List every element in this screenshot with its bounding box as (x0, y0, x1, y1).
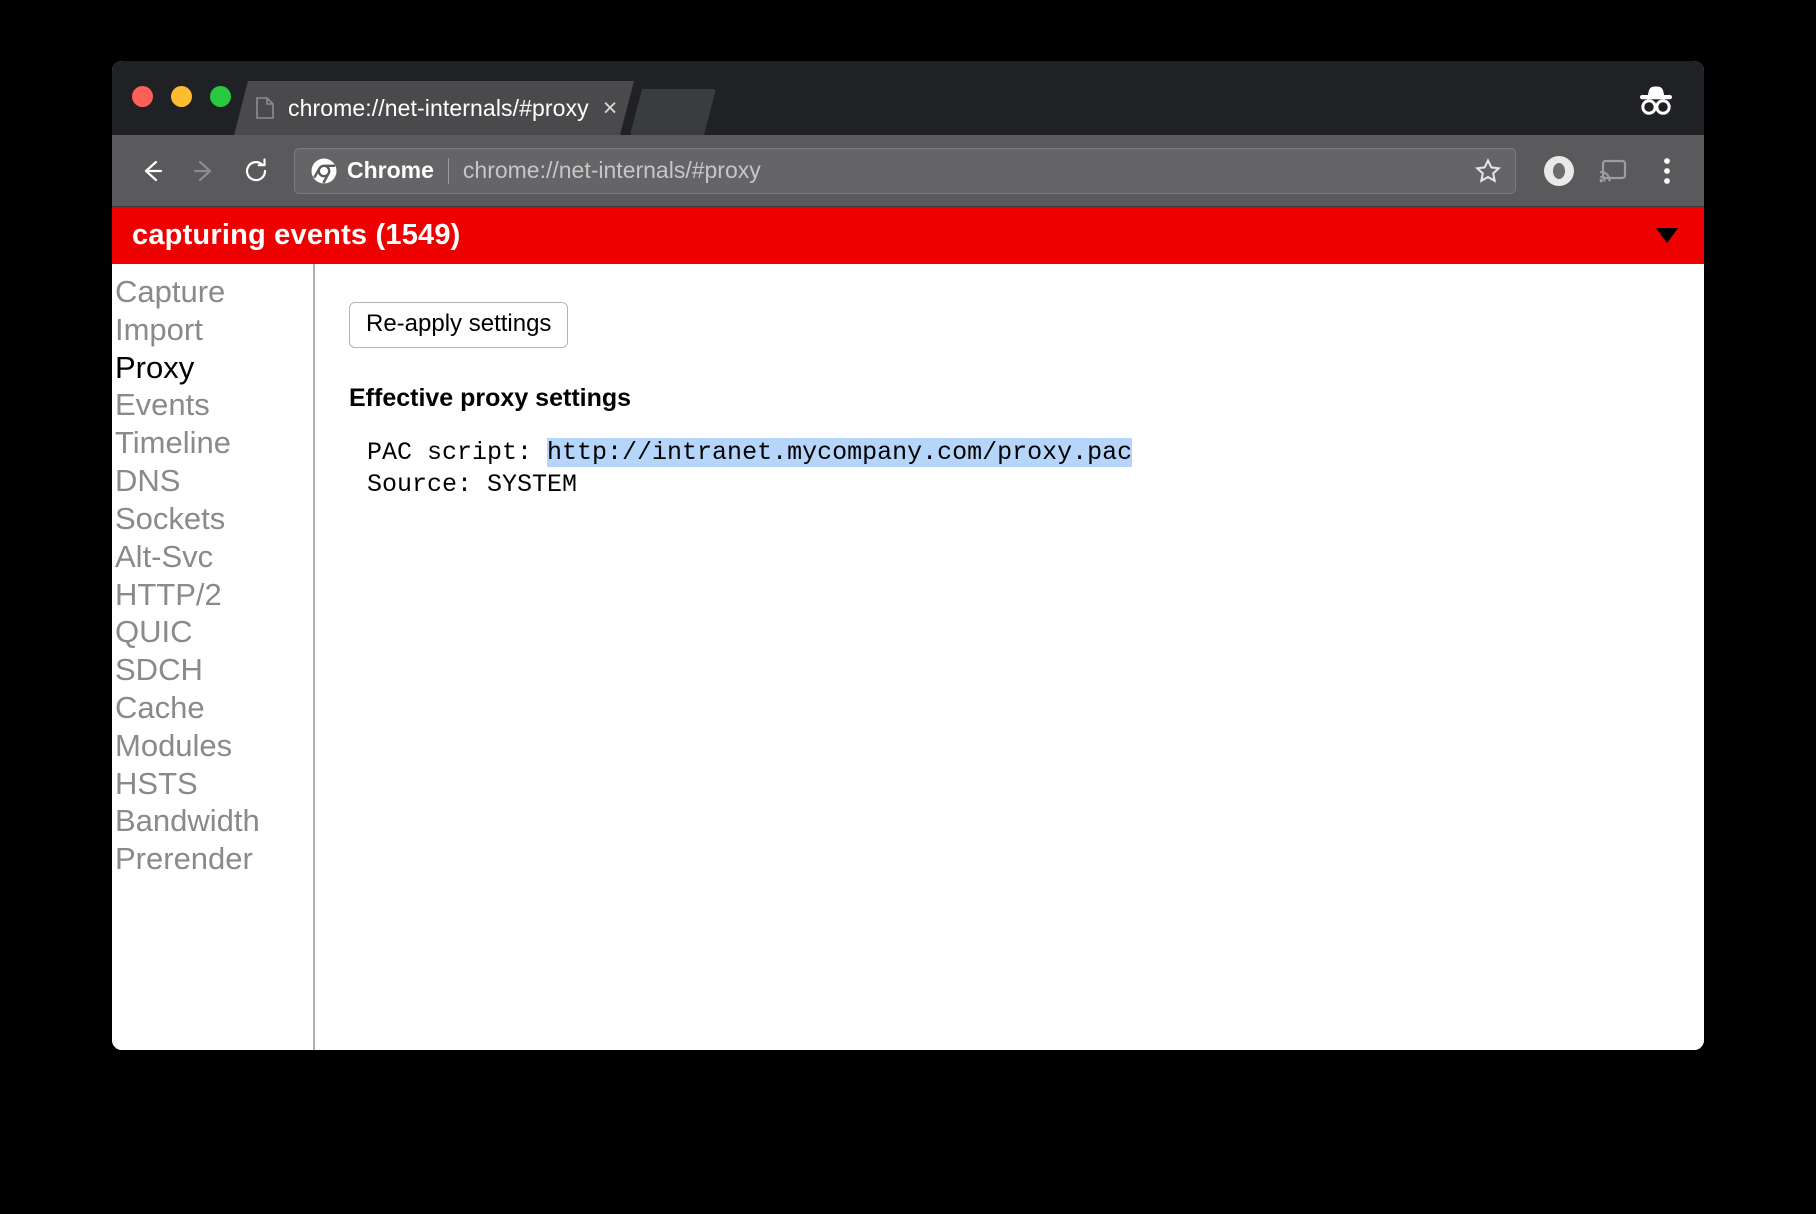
window-traffic-lights (132, 86, 231, 107)
omnibox-brand-label: Chrome (347, 157, 434, 183)
omnibox-url-text[interactable]: chrome://net-internals/#proxy (463, 157, 1473, 184)
back-arrow-icon[interactable] (126, 145, 178, 197)
proxy-source-line: Source: SYSTEM (367, 469, 578, 499)
three-dot-menu-icon[interactable] (1644, 148, 1690, 194)
sidebar-item-http2[interactable]: HTTP/2 (112, 576, 313, 614)
sidebar-item-modules[interactable]: Modules (112, 727, 313, 765)
sidebar-item-import[interactable]: Import (112, 311, 313, 349)
cast-icon[interactable] (1590, 148, 1636, 194)
sidebar-item-alt-svc[interactable]: Alt-Svc (112, 538, 313, 576)
close-window-button[interactable] (132, 86, 153, 107)
profile-avatar-icon[interactable] (1536, 148, 1582, 194)
sidebar-item-capture[interactable]: Capture (112, 273, 313, 311)
sidebar-item-timeline[interactable]: Timeline (112, 424, 313, 462)
sidebar-item-dns[interactable]: DNS (112, 462, 313, 500)
effective-proxy-settings-heading: Effective proxy settings (349, 384, 632, 413)
tab-title: chrome://net-internals/#proxy (288, 94, 589, 121)
sidebar-item-quic[interactable]: QUIC (112, 613, 313, 651)
capturing-events-label: capturing events (1549) (132, 219, 461, 251)
chrome-logo-icon (311, 158, 337, 184)
browser-tab-active[interactable]: chrome://net-internals/#proxy × (234, 81, 634, 135)
sidebar-item-prerender[interactable]: Prerender (112, 840, 313, 878)
capturing-events-bar[interactable]: capturing events (1549) (112, 206, 1704, 264)
browser-tab-inactive[interactable] (630, 89, 716, 135)
browser-toolbar: Chrome chrome://net-internals/#proxy (112, 135, 1704, 206)
minimize-window-button[interactable] (171, 86, 192, 107)
sidebar-item-events[interactable]: Events (112, 386, 313, 424)
pac-script-label: PAC script: (367, 438, 548, 468)
page-body: Capture Import Proxy Events Timeline DNS… (112, 264, 1704, 1050)
re-apply-settings-button[interactable]: Re-apply settings (349, 302, 569, 349)
omnibox-divider (447, 157, 449, 184)
sidebar-item-sockets[interactable]: Sockets (112, 500, 313, 538)
page-icon (256, 97, 274, 119)
browser-window: chrome://net-internals/#proxy × Chrome c… (112, 61, 1704, 1050)
sidebar-item-hsts[interactable]: HSTS (112, 765, 313, 803)
tab-strip: chrome://net-internals/#proxy × (112, 61, 1704, 135)
screenshot-root: chrome://net-internals/#proxy × Chrome c… (0, 0, 1816, 1214)
close-icon[interactable]: × (603, 96, 618, 121)
net-internals-sidebar: Capture Import Proxy Events Timeline DNS… (112, 264, 315, 1050)
proxy-settings-output: PAC script: http://intranet.mycompany.co… (349, 438, 1704, 499)
sidebar-item-proxy[interactable]: Proxy (112, 349, 313, 387)
sidebar-item-cache[interactable]: Cache (112, 689, 313, 727)
chevron-down-icon[interactable] (1656, 228, 1678, 243)
sidebar-item-sdch[interactable]: SDCH (112, 651, 313, 689)
zoom-window-button[interactable] (210, 86, 231, 107)
pac-script-line: PAC script: http://intranet.mycompany.co… (367, 438, 1704, 468)
reload-icon[interactable] (230, 145, 282, 197)
omnibox[interactable]: Chrome chrome://net-internals/#proxy (294, 147, 1516, 194)
sidebar-item-bandwidth[interactable]: Bandwidth (112, 802, 313, 840)
proxy-panel: Re-apply settings Effective proxy settin… (315, 264, 1704, 1050)
bookmark-star-icon[interactable] (1473, 156, 1503, 186)
pac-script-value[interactable]: http://intranet.mycompany.com/proxy.pac (547, 438, 1133, 468)
forward-arrow-icon[interactable] (178, 145, 230, 197)
incognito-icon (1632, 77, 1680, 121)
